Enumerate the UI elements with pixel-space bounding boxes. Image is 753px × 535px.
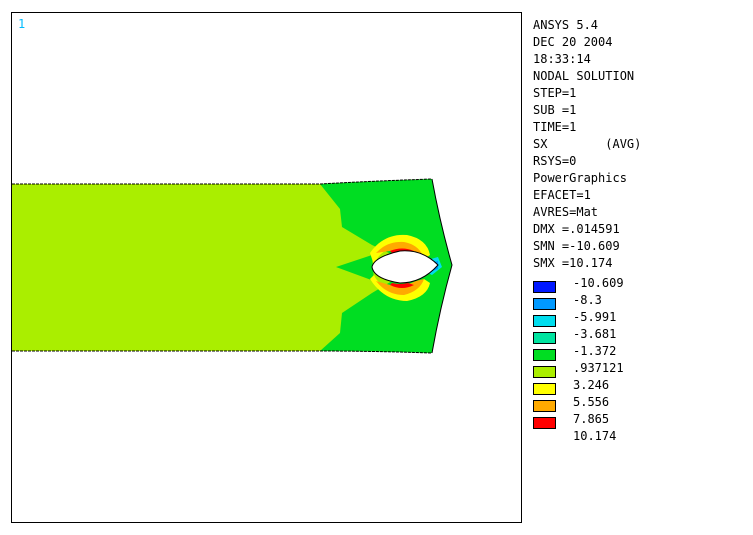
legend-value: 7.865 xyxy=(573,412,610,426)
legend-value: .937121 xyxy=(573,361,624,375)
info-line: SX (AVG) xyxy=(533,137,642,151)
plate-outline-bottom xyxy=(12,350,433,354)
legend-swatch xyxy=(533,298,556,310)
legend-value: 3.246 xyxy=(573,378,610,392)
legend-swatch xyxy=(533,349,556,361)
legend-value: -1.372 xyxy=(573,344,617,358)
legend-swatch xyxy=(533,281,556,293)
legend-value: -10.609 xyxy=(573,276,624,290)
info-line: RSYS=0 xyxy=(533,154,577,168)
legend-swatch xyxy=(533,332,556,344)
info-line: EFACET=1 xyxy=(533,188,591,202)
legend-value: 10.174 xyxy=(573,429,617,443)
legend-swatch xyxy=(533,400,556,412)
contour-plot xyxy=(12,178,453,354)
info-line: NODAL SOLUTION xyxy=(533,69,635,83)
legend-swatch xyxy=(533,366,556,378)
legend-value: -3.681 xyxy=(573,327,617,341)
info-line: SMX =10.174 xyxy=(533,256,613,270)
info-line: ANSYS 5.4 xyxy=(533,18,599,32)
legend-value: 5.556 xyxy=(573,395,610,409)
graphics-viewport[interactable]: 1 xyxy=(11,12,522,523)
info-line: SMN =-10.609 xyxy=(533,239,620,253)
legend-swatch xyxy=(533,315,556,327)
info-line: DEC 20 2004 xyxy=(533,35,613,49)
info-line: TIME=1 xyxy=(533,120,577,134)
info-line: PowerGraphics xyxy=(533,171,627,185)
legend-swatch xyxy=(533,417,556,429)
info-line: 18:33:14 xyxy=(533,52,591,66)
info-line: STEP=1 xyxy=(533,86,577,100)
info-line: DMX =.014591 xyxy=(533,222,620,236)
info-line: AVRES=Mat xyxy=(533,205,599,219)
legend-value: -5.991 xyxy=(573,310,617,324)
info-line: SUB =1 xyxy=(533,103,577,117)
legend-value: -8.3 xyxy=(573,293,602,307)
legend-swatch xyxy=(533,383,556,395)
info-panel: ANSYS 5.4 DEC 20 2004 18:33:14 NODAL SOLUTI… xyxy=(533,17,641,272)
